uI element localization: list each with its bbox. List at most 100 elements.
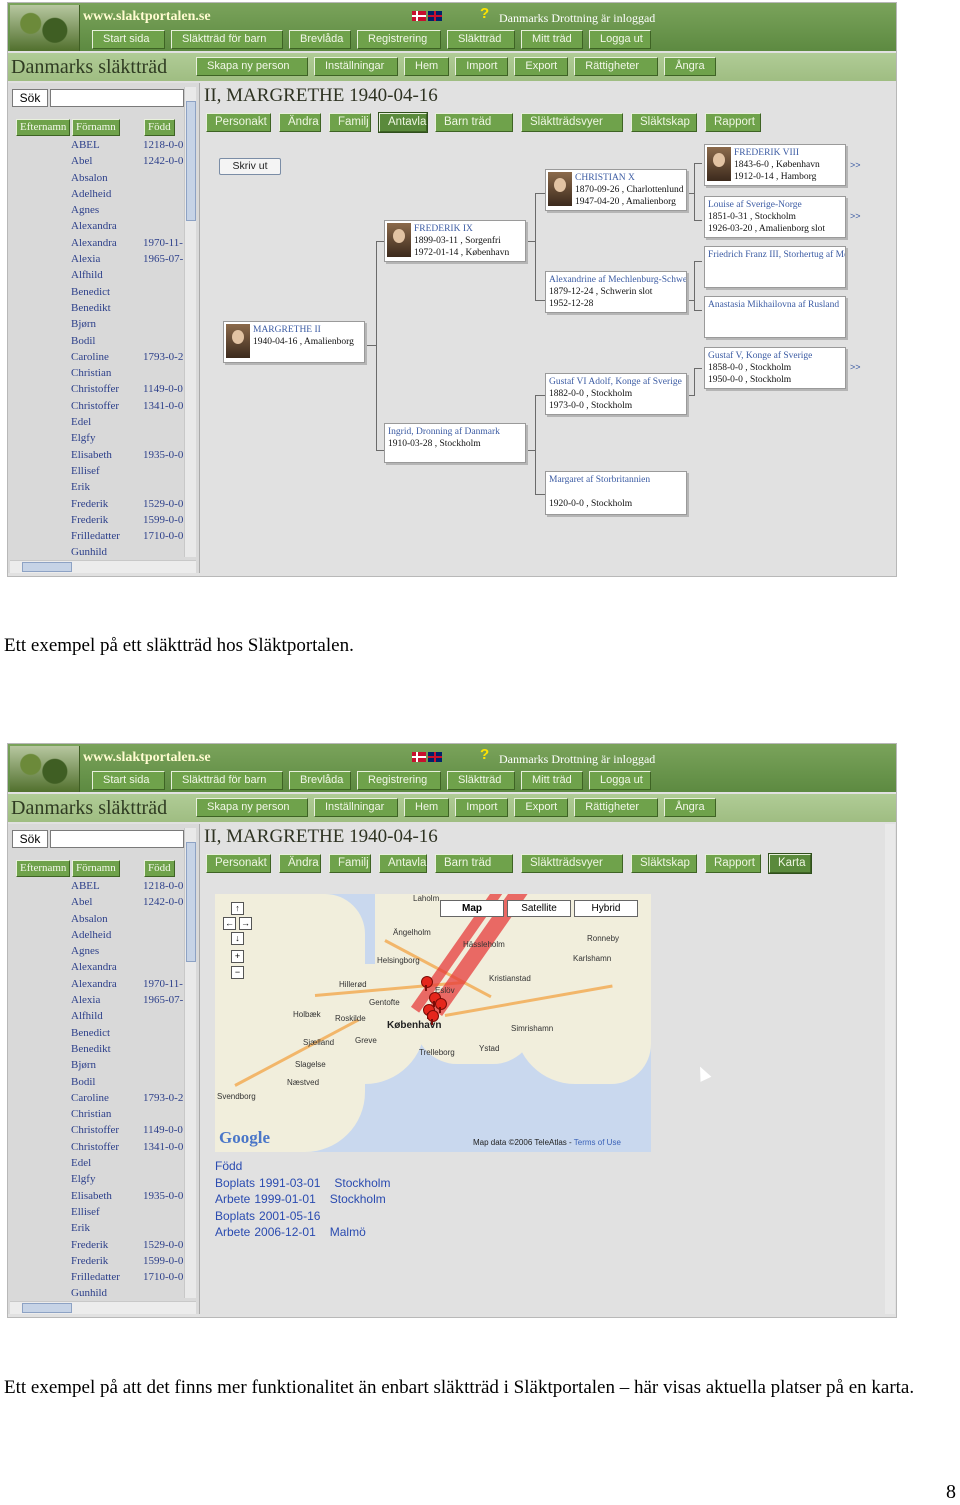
nav-my-tree-button[interactable]: Mitt träd [521, 30, 583, 49]
expand-more-link[interactable]: >> [850, 211, 861, 221]
list-item[interactable]: Abel 1242-0-0 [71, 155, 186, 171]
tab-map[interactable]: Karta [768, 853, 812, 874]
list-item[interactable]: Bodil [71, 1076, 186, 1092]
expand-more-link[interactable]: >> [850, 160, 861, 170]
list-item[interactable]: Christian [71, 367, 186, 383]
search-input[interactable] [50, 89, 184, 107]
list-item[interactable]: Ellisef [71, 1206, 186, 1222]
list-item[interactable]: Frederik 1599-0-0 [71, 1255, 186, 1271]
list-item[interactable]: Christoffer 1341-0-0 [71, 1141, 186, 1157]
permissions-button[interactable]: Rättigheter [574, 57, 659, 76]
list-scrollbar[interactable] [184, 87, 196, 557]
import-button[interactable]: Import [455, 798, 509, 817]
settings-button[interactable]: Inställningar [314, 798, 398, 817]
col-born[interactable]: Född [144, 119, 175, 136]
list-item[interactable]: ABEL 1218-0-0 [71, 880, 186, 896]
list-item[interactable]: Bjørn [71, 1059, 186, 1075]
tab-tree-views[interactable]: Släktträdsvyer [521, 113, 623, 132]
danish-flag-icon[interactable] [412, 752, 426, 762]
list-item[interactable]: Elisabeth 1935-0-0 [71, 1190, 186, 1206]
help-icon[interactable]: ? [480, 746, 489, 763]
expand-more-link[interactable]: >> [850, 362, 861, 372]
nav-my-tree-button[interactable]: Mitt träd [521, 771, 583, 790]
list-item[interactable]: Absalon [71, 172, 186, 188]
list-item[interactable]: Frederik 1599-0-0 [71, 514, 186, 530]
list-item[interactable]: Benedict [71, 1027, 186, 1043]
list-item[interactable]: Bjørn [71, 318, 186, 334]
home-button[interactable]: Hem [404, 798, 450, 817]
person-card-fmm[interactable]: Anastasia Mikhailovna af Rusland [704, 296, 846, 338]
list-item[interactable]: Agnes [71, 204, 186, 220]
tab-child-tree[interactable]: Barn träd [435, 854, 513, 873]
tab-kinship[interactable]: Släktskap [631, 113, 697, 132]
list-item[interactable]: Frederik 1529-0-0 [71, 1239, 186, 1255]
tab-ancestors[interactable]: Antavla [379, 854, 427, 873]
person-card-mother[interactable]: Ingrid, Dronning af Danmark 1910-03-28 ,… [384, 423, 526, 463]
col-firstname[interactable]: Förnamn [72, 119, 120, 136]
map-type-satellite-button[interactable]: Satellite [507, 900, 571, 917]
map-marker-pin[interactable] [427, 1010, 439, 1025]
map-type-hybrid-button[interactable]: Hybrid [574, 900, 638, 917]
tab-edit[interactable]: Ändra [279, 854, 321, 873]
home-button[interactable]: Hem [404, 57, 450, 76]
list-item[interactable]: Elisabeth 1935-0-0 [71, 449, 186, 465]
person-card-fff[interactable]: FREDERIK VIII 1843-6-0 , København 1912-… [704, 144, 846, 186]
nav-tree-button[interactable]: Släktträd [447, 771, 515, 790]
list-hscrollbar[interactable] [10, 560, 196, 573]
nav-logout-button[interactable]: Logga ut [589, 30, 651, 49]
undo-button[interactable]: Ångra [664, 57, 716, 76]
export-button[interactable]: Export [514, 798, 569, 817]
person-card-mf[interactable]: Gustaf VI Adolf, Konge af Sverige 1882-0… [545, 373, 687, 415]
list-item[interactable]: Christoffer 1341-0-0 [71, 400, 186, 416]
nav-mailbox-button[interactable]: Brevlåda [289, 771, 351, 790]
col-surname[interactable]: Efternamn [16, 860, 71, 877]
list-item[interactable]: Elgfy [71, 1173, 186, 1189]
person-card-mm[interactable]: Margaret af Storbritannien 1920-0-0 , St… [545, 471, 687, 515]
list-item[interactable]: Alfhild [71, 1010, 186, 1026]
print-button[interactable]: Skriv ut [219, 158, 281, 175]
col-firstname[interactable]: Förnamn [72, 860, 120, 877]
tab-edit[interactable]: Ändra [279, 113, 321, 132]
person-card-father[interactable]: FREDERIK IX 1899-03-11 , Sorgenfri 1972-… [384, 220, 526, 262]
list-item[interactable]: Caroline 1793-0-2 [71, 351, 186, 367]
list-item[interactable]: Alfhild [71, 269, 186, 285]
list-item[interactable]: ABEL 1218-0-0 [71, 139, 186, 155]
list-item[interactable]: Benedikt [71, 302, 186, 318]
terms-link[interactable]: Terms of Use [574, 1138, 621, 1147]
list-item[interactable]: Erik [71, 481, 186, 497]
language-flags[interactable] [412, 11, 444, 21]
zoom-in-icon[interactable]: + [231, 950, 244, 963]
event-link[interactable]: Boplats 1991-03-01 Stockholm [215, 1175, 390, 1192]
list-item[interactable]: Alexia 1965-07- [71, 994, 186, 1010]
list-item[interactable]: Edel [71, 416, 186, 432]
search-button[interactable]: Sök [12, 830, 48, 848]
export-button[interactable]: Export [514, 57, 569, 76]
pan-right-icon[interactable]: → [239, 917, 252, 930]
tab-personakt[interactable]: Personakt [206, 113, 271, 132]
help-icon[interactable]: ? [480, 5, 489, 22]
person-card-ffm[interactable]: Louise af Sverige-Norge 1851-0-31 , Stoc… [704, 196, 846, 238]
person-card-fm[interactable]: Alexandrine af Mechlenburg-Schwerin 1879… [545, 271, 687, 313]
list-item[interactable]: Ellisef [71, 465, 186, 481]
nav-registration-button[interactable]: Registrering [357, 30, 441, 49]
uk-flag-icon[interactable] [428, 11, 442, 21]
list-item[interactable]: Abel 1242-0-0 [71, 896, 186, 912]
tab-kinship[interactable]: Släktskap [631, 854, 697, 873]
pan-down-icon[interactable]: ↓ [231, 932, 244, 945]
tab-family[interactable]: Familj [329, 854, 371, 873]
person-card-mff[interactable]: Gustaf V, Konge af Sverige 1858-0-0 , St… [704, 347, 846, 389]
list-item[interactable]: Benedict [71, 286, 186, 302]
nav-start-button[interactable]: Start sida [92, 771, 165, 790]
list-item[interactable]: Frederik 1529-0-0 [71, 498, 186, 514]
list-item[interactable]: Agnes [71, 945, 186, 961]
event-link[interactable]: Född [215, 1158, 390, 1175]
list-item[interactable]: Adelheid [71, 929, 186, 945]
map-type-map-button[interactable]: Map [440, 900, 504, 917]
tab-tree-views[interactable]: Släktträdsvyer [521, 854, 623, 873]
search-input[interactable] [50, 830, 184, 848]
list-item[interactable]: Alexandra [71, 961, 186, 977]
list-hscrollbar[interactable] [10, 1301, 196, 1314]
list-item[interactable]: Christoffer 1149-0-0 [71, 383, 186, 399]
col-surname[interactable]: Efternamn [16, 119, 71, 136]
list-item[interactable]: Alexia 1965-07- [71, 253, 186, 269]
